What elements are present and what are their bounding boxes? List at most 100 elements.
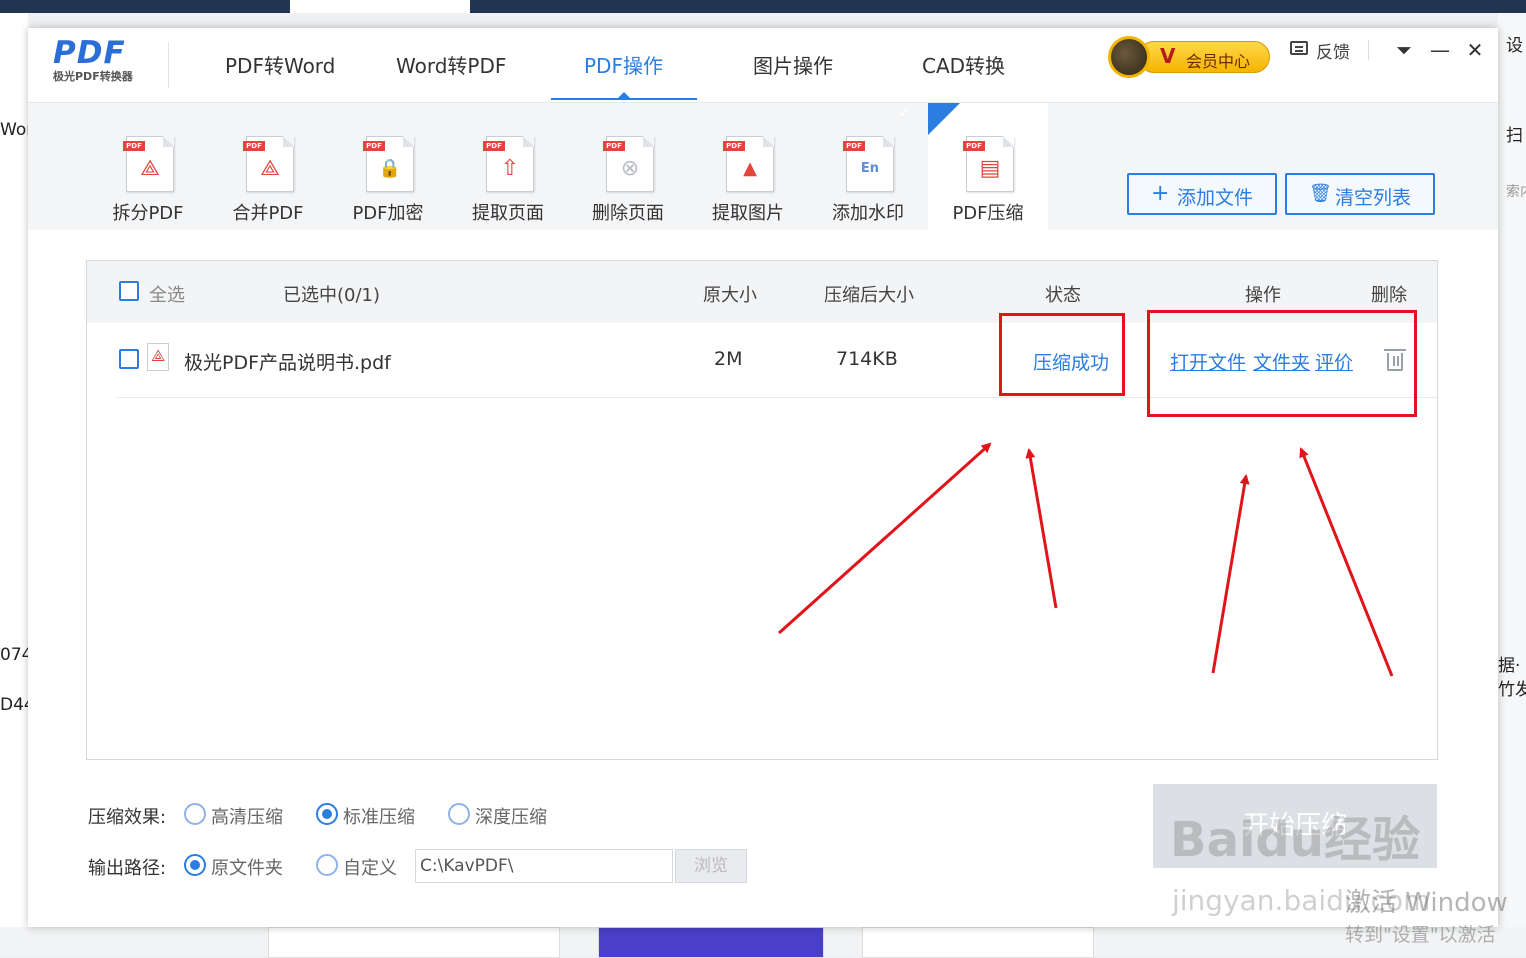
row-checkbox[interactable] <box>119 349 139 369</box>
tool-compress-pdf[interactable]: ✓ PDF ▤ PDF压缩 <box>898 103 1048 230</box>
radio-label[interactable]: 高清压缩 <box>211 803 283 829</box>
radio-deep-compress[interactable] <box>448 803 470 825</box>
tool-split-pdf[interactable]: PDF ⟁ 拆分PDF <box>88 103 208 230</box>
nav-active-indicator <box>551 98 697 100</box>
status-badge: 压缩成功 <box>1033 352 1110 374</box>
browse-button[interactable]: 浏览 <box>675 849 747 883</box>
rate-link[interactable]: 评价 <box>1315 348 1353 375</box>
add-file-button[interactable]: + 添加文件 <box>1127 173 1277 215</box>
output-path-field[interactable]: C:\KavPDF\ <box>415 849 673 883</box>
app-header: PDF 极光PDF转换器 PDF转Word Word转PDF PDF操作 图片操… <box>28 28 1498 103</box>
menu-dropdown-icon[interactable]: ⏷ <box>1392 38 1416 62</box>
radio-label[interactable]: 自定义 <box>343 854 397 880</box>
extract-image-icon: PDF ▲ <box>723 136 774 192</box>
column-operations: 操作 <box>1245 285 1281 306</box>
background-thumbnail <box>268 927 560 958</box>
nav-pdf-to-word[interactable]: PDF转Word <box>225 50 335 79</box>
tool-label: 合并PDF <box>232 203 304 224</box>
tool-merge-pdf[interactable]: PDF ⟁ 合并PDF <box>208 103 328 230</box>
tool-label: PDF加密 <box>352 203 424 224</box>
column-original-size: 原大小 <box>703 285 757 306</box>
column-delete: 删除 <box>1371 285 1407 306</box>
radio-label[interactable]: 原文件夹 <box>211 854 283 880</box>
minimize-icon[interactable]: — <box>1428 38 1452 62</box>
selected-check-icon: ✓ <box>898 103 960 135</box>
open-file-link[interactable]: 打开文件 <box>1170 348 1246 375</box>
app-logo: PDF 极光PDF转换器 <box>53 36 163 92</box>
add-file-label: 添加文件 <box>1177 187 1254 209</box>
avatar <box>1108 36 1150 78</box>
column-status: 状态 <box>1045 285 1081 306</box>
logo-mark: PDF <box>53 35 126 71</box>
radio-hd-compress[interactable] <box>184 803 206 825</box>
compress-pdf-icon: PDF ▤ <box>963 136 1014 192</box>
nav-caret-icon <box>618 92 630 98</box>
bg-text-fragment: 设 <box>1506 36 1523 56</box>
clear-list-button[interactable]: 🗑 清空列表 <box>1285 173 1435 215</box>
bg-text-fragment: 扫 <box>1506 126 1523 146</box>
radio-label[interactable]: 标准压缩 <box>343 803 415 829</box>
tool-label: 添加水印 <box>832 203 904 224</box>
tool-bar: PDF ⟁ 拆分PDF PDF ⟁ 合并PDF PDF 🔒 PDF加密 PDF ⇧ 提取… <box>28 103 1498 230</box>
file-table: 全选 已选中(0/1) 原大小 压缩后大小 状态 操作 删除 ⟁ 极光PDF产品… <box>86 260 1438 760</box>
selected-count: 已选中(0/1) <box>283 285 381 306</box>
extract-page-icon: PDF ⇧ <box>483 136 534 192</box>
compressed-size: 714KB <box>836 348 898 370</box>
file-name: 极光PDF产品说明书.pdf <box>184 352 391 374</box>
close-icon[interactable]: ✕ <box>1463 38 1487 62</box>
app-window: PDF 极光PDF转换器 PDF转Word Word转PDF PDF操作 图片操… <box>28 28 1498 927</box>
background-thumbnail <box>598 927 824 958</box>
tool-extract-image[interactable]: PDF ▲ 提取图片 <box>688 103 808 230</box>
open-folder-link[interactable]: 文件夹 <box>1253 348 1310 375</box>
start-compress-button[interactable]: 开始压缩 <box>1153 784 1437 868</box>
bg-text-fragment: 竹发 <box>1498 680 1526 700</box>
tool-label: 删除页面 <box>592 203 664 224</box>
tool-delete-page[interactable]: PDF ⊗ 删除页面 <box>568 103 688 230</box>
tool-label: PDF压缩 <box>952 203 1024 224</box>
original-size: 2M <box>714 348 743 370</box>
watermark-icon: PDF En <box>843 136 894 192</box>
taskbar-top <box>0 0 1526 13</box>
feedback-icon <box>1290 41 1308 55</box>
background-left-window: Worc 074 D44 <box>0 13 42 956</box>
compress-effect-label: 压缩效果: <box>88 807 167 828</box>
radio-original-folder[interactable] <box>184 854 206 876</box>
divider <box>168 42 169 88</box>
radio-custom-path[interactable] <box>316 854 338 876</box>
tool-extract-page[interactable]: PDF ⇧ 提取页面 <box>448 103 568 230</box>
tool-label: 拆分PDF <box>112 203 184 224</box>
column-compressed-size: 压缩后大小 <box>824 285 914 306</box>
pdf-file-icon: ⟁ <box>147 343 169 371</box>
divider <box>1368 40 1369 60</box>
delete-page-icon: PDF ⊗ <box>603 136 654 192</box>
radio-standard-compress[interactable] <box>316 803 338 825</box>
nav-cad-conversion[interactable]: CAD转换 <box>922 50 1005 79</box>
vip-badge-icon: V <box>1160 44 1176 68</box>
vip-center-button[interactable]: V 会员中心 <box>1108 36 1272 78</box>
background-thumbnail <box>862 927 1094 958</box>
lock-pdf-icon: PDF 🔒 <box>363 136 414 192</box>
output-path-label: 输出路径: <box>88 858 167 879</box>
plus-icon: + <box>1151 181 1170 206</box>
nav-word-to-pdf[interactable]: Word转PDF <box>396 50 506 79</box>
nav-pdf-operations[interactable]: PDF操作 <box>584 50 663 79</box>
radio-label[interactable]: 深度压缩 <box>475 803 547 829</box>
split-pdf-icon: PDF ⟁ <box>123 136 174 192</box>
background-right-window: 设 扫 索内 据· 竹发 <box>1498 13 1526 956</box>
clear-list-label: 清空列表 <box>1335 187 1412 209</box>
tool-add-watermark[interactable]: PDF En 添加水印 <box>808 103 928 230</box>
select-all-checkbox[interactable] <box>119 281 139 301</box>
tool-label: 提取图片 <box>712 203 784 224</box>
browser-tab[interactable] <box>290 0 470 13</box>
logo-subtitle: 极光PDF转换器 <box>53 70 133 83</box>
nav-image-operations[interactable]: 图片操作 <box>753 50 833 79</box>
trash-icon: 🗑 <box>1309 183 1332 204</box>
tool-label: 提取页面 <box>472 203 544 224</box>
merge-pdf-icon: PDF ⟁ <box>243 136 294 192</box>
bg-text-fragment: 索内 <box>1506 184 1526 200</box>
vip-label: 会员中心 <box>1186 52 1251 71</box>
select-all-label[interactable]: 全选 <box>149 281 185 307</box>
delete-row-icon[interactable] <box>1384 349 1406 371</box>
feedback-label: 反馈 <box>1316 43 1350 63</box>
tool-encrypt-pdf[interactable]: PDF 🔒 PDF加密 <box>328 103 448 230</box>
